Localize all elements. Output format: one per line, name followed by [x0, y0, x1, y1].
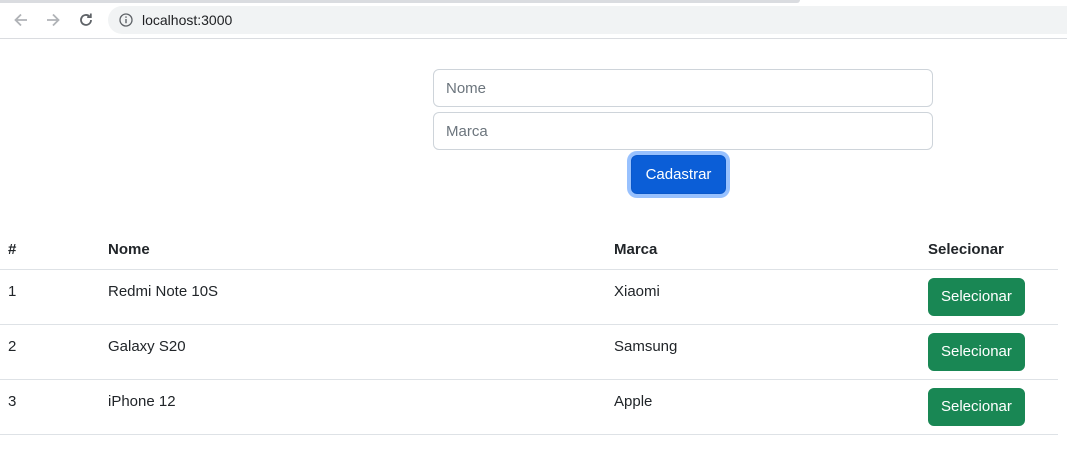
table-header-row: # Nome Marca Selecionar [0, 230, 1058, 270]
cell-nome: iPhone 12 [100, 379, 606, 435]
cell-marca: Xiaomi [606, 269, 920, 325]
reload-icon [80, 13, 92, 26]
reload-button[interactable] [75, 9, 97, 31]
marca-input[interactable] [433, 112, 933, 150]
back-button[interactable] [10, 9, 32, 31]
table-row: 1 Redmi Note 10S Xiaomi Selecionar [0, 269, 1058, 325]
products-table: # Nome Marca Selecionar 1 Redmi Note 10S… [0, 230, 1058, 435]
cell-id: 1 [0, 269, 100, 325]
cell-nome: Galaxy S20 [100, 324, 606, 380]
cell-nome: Redmi Note 10S [100, 269, 606, 325]
cell-action: Selecionar [920, 379, 1058, 435]
cell-marca: Apple [606, 379, 920, 435]
selecionar-button[interactable]: Selecionar [928, 332, 1025, 371]
header-marca: Marca [606, 230, 920, 270]
info-icon[interactable] [118, 12, 134, 28]
url-text: localhost:3000 [142, 12, 233, 28]
browser-toolbar: localhost:3000 [0, 0, 1067, 39]
cadastrar-button[interactable]: Cadastrar [631, 155, 726, 194]
table-row: 2 Galaxy S20 Samsung Selecionar [0, 324, 1058, 380]
product-form: Cadastrar [433, 69, 933, 194]
arrow-left-icon [14, 13, 27, 27]
nome-input[interactable] [433, 69, 933, 107]
cell-marca: Samsung [606, 324, 920, 380]
header-nome: Nome [100, 230, 606, 270]
cell-id: 3 [0, 379, 100, 435]
address-bar[interactable]: localhost:3000 [108, 6, 1067, 34]
header-id: # [0, 230, 100, 270]
cell-action: Selecionar [920, 324, 1058, 380]
cell-id: 2 [0, 324, 100, 380]
forward-button[interactable] [42, 9, 64, 31]
cell-action: Selecionar [920, 269, 1058, 325]
tab-strip-edge [0, 0, 800, 3]
selecionar-button[interactable]: Selecionar [928, 387, 1025, 426]
selecionar-button[interactable]: Selecionar [928, 277, 1025, 316]
arrow-right-icon [47, 13, 60, 27]
header-selecionar: Selecionar [920, 230, 1058, 270]
table-row: 3 iPhone 12 Apple Selecionar [0, 379, 1058, 435]
